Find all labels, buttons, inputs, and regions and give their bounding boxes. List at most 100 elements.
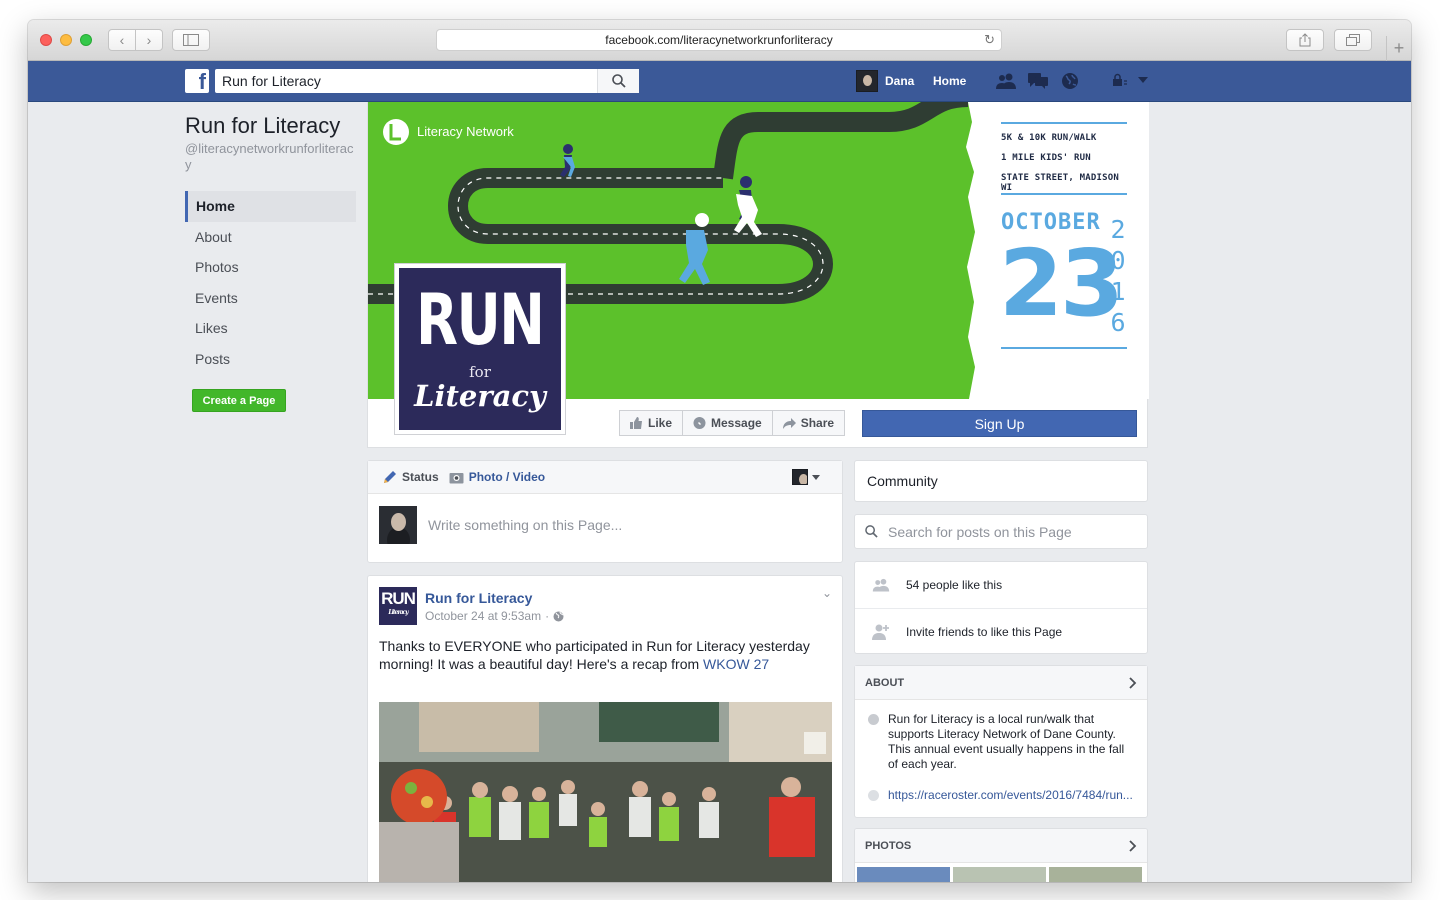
community-card[interactable]: Community [854,460,1148,502]
profile-link[interactable]: Dana [856,70,914,92]
create-page-button[interactable]: Create a Page [192,389,286,412]
literacy-network-logo-text: Literacy Network [417,124,514,139]
info-icon [868,714,879,725]
plus-icon: + [1393,38,1405,58]
photo-thumbnail[interactable] [953,867,1046,882]
post-link[interactable]: WKOW 27 [703,656,769,672]
chevron-right-icon [1129,676,1137,689]
nav-item-photos[interactable]: Photos [185,252,356,283]
race-photo [379,702,832,882]
event-year: 2 0 1 6 [1109,214,1127,338]
composer-input[interactable]: Write something on this Page... [428,517,622,533]
message-button[interactable]: Message [682,410,773,436]
about-website[interactable]: https://raceroster.com/events/2016/7484/… [868,788,1133,803]
event-info: 5K & 10K RUN/WALK 1 MILE KIDS' RUN STATE… [999,122,1127,349]
minimize-window-button[interactable] [60,34,72,46]
facebook-header: f Run for Literacy Dana Home [28,61,1411,102]
share-page-button[interactable]: Share [771,410,846,436]
post-timestamp[interactable]: October 24 at 9:53am · [425,609,564,623]
post-photo[interactable] [379,702,832,882]
share-icon [1299,33,1311,47]
nav-item-home[interactable]: Home [185,191,356,222]
cover-card: Literacy Network 5K & 10K RUN/WALK 1 MIL… [367,102,1149,448]
post-author-avatar[interactable]: RUN Literacy [379,587,417,625]
notifications-globe-icon[interactable] [1058,71,1082,91]
globe-icon [553,611,564,621]
zoom-window-button[interactable] [80,34,92,46]
profile-picture[interactable]: RUN for Literacy [394,263,566,435]
page-title[interactable]: Run for Literacy [185,113,340,139]
address-bar[interactable]: facebook.com/literacynetworkrunforlitera… [436,29,1002,51]
page-nav: Home About Photos Events Likes Posts [185,191,356,374]
caret-down-icon [812,474,820,480]
chevron-left-icon: ‹ [119,32,125,48]
tab-photo-video[interactable]: Photo / Video [449,470,545,484]
sidebar-icon [183,34,199,46]
thumbs-up-icon [630,417,642,429]
avatar [379,506,417,544]
divider [1001,122,1127,124]
messages-icon[interactable] [1026,71,1050,91]
likes-card: 54 people like this Invite friends to li… [854,561,1148,654]
community-title: Community [867,473,938,489]
about-description: Run for Literacy is a local run/walk tha… [868,712,1136,772]
profile-run-text: RUN [416,279,545,361]
photo-thumbnails [857,867,1142,882]
post-text: Thanks to EVERYONE who participated in R… [379,638,810,672]
sidebar-toggle-button[interactable] [172,29,210,51]
likes-count-row[interactable]: 54 people like this [855,562,1147,608]
photos-header[interactable]: PHOTOS [855,829,1147,863]
camera-icon [449,472,464,483]
share-button[interactable] [1286,29,1324,51]
like-button[interactable]: Like [619,410,684,436]
share-arrow-icon [782,417,796,429]
facebook-search[interactable]: Run for Literacy [215,69,639,93]
privacy-shortcuts[interactable] [1112,73,1148,87]
divider [1001,347,1127,349]
tab-status[interactable]: Status [383,470,439,484]
post-author-name[interactable]: Run for Literacy [425,590,532,606]
about-card: ABOUT Run for Literacy is a local run/wa… [854,665,1148,818]
nav-item-likes[interactable]: Likes [185,313,356,344]
close-window-button[interactable] [40,34,52,46]
year-digit: 1 [1110,277,1126,306]
year-digit: 2 [1110,215,1126,244]
photo-thumbnail[interactable] [857,867,950,882]
new-tab-button[interactable]: + [1386,36,1411,61]
likes-count: 54 people like this [906,578,1003,592]
post-options-chevron-icon[interactable]: ⌄ [822,586,832,600]
about-header[interactable]: ABOUT [855,666,1147,700]
home-link[interactable]: Home [933,74,966,88]
nav-item-about[interactable]: About [185,222,356,253]
chevron-right-icon [1129,839,1137,852]
sign-up-button[interactable]: Sign Up [862,410,1137,437]
year-digit: 0 [1110,246,1126,275]
post-as-selector[interactable] [792,469,820,485]
feed-post: RUN Literacy Run for Literacy October 24… [367,575,843,882]
chevron-right-icon: › [146,32,152,48]
page-username[interactable]: @literacynetworkrunforliteracy [185,141,355,173]
avatar [856,70,878,92]
search-input[interactable]: Run for Literacy [215,73,597,89]
nav-item-events[interactable]: Events [185,283,356,314]
show-tabs-button[interactable] [1334,29,1372,51]
browser-window: ‹ › facebook.com/literacynetworkrunforli… [28,20,1411,882]
page-post-search[interactable]: Search for posts on this Page [854,514,1148,549]
back-button[interactable]: ‹ [108,29,136,51]
nav-item-posts[interactable]: Posts [185,344,356,375]
pencil-icon [384,471,396,483]
event-day: 23 [999,230,1124,337]
reload-icon[interactable]: ↻ [984,32,995,48]
friend-requests-icon[interactable] [994,71,1018,91]
search-posts-input[interactable]: Search for posts on this Page [888,524,1072,540]
forward-button[interactable]: › [135,29,163,51]
user-name: Dana [885,74,915,88]
people-icon [872,578,890,592]
add-friend-icon [872,624,889,640]
invite-friends-row[interactable]: Invite friends to like this Page [855,608,1147,654]
event-info-line: STATE STREET, MADISON WI [1001,173,1119,193]
photo-thumbnail[interactable] [1049,867,1142,882]
facebook-logo[interactable]: f [185,69,209,93]
search-button[interactable] [597,69,639,93]
url-text: facebook.com/literacynetworkrunforlitera… [605,33,833,47]
